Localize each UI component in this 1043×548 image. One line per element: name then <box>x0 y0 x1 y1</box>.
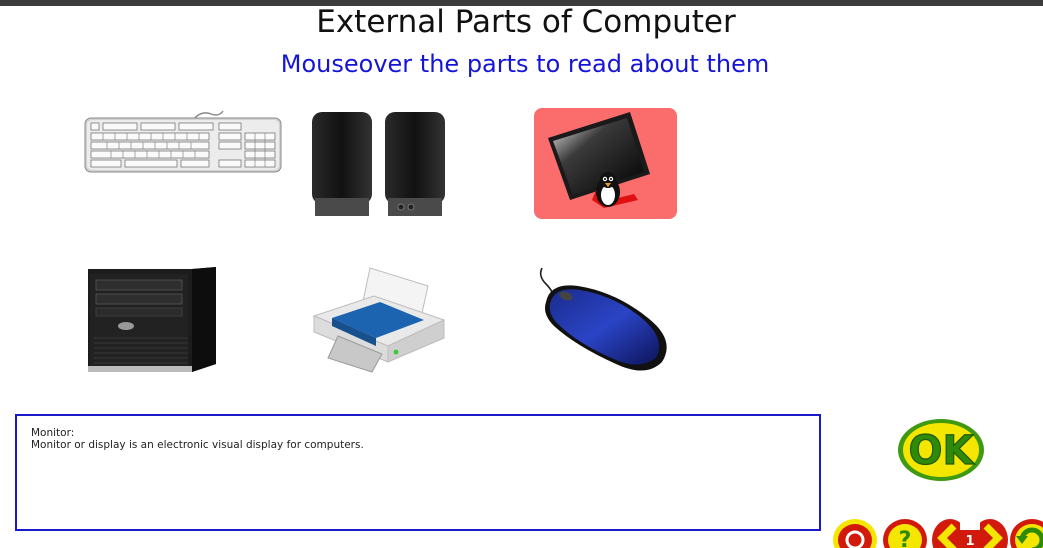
repeat-button[interactable] <box>1008 518 1043 548</box>
keyboard-icon <box>84 110 282 173</box>
page-subtitle: Mouseover the parts to read about them <box>280 50 770 78</box>
mouse-icon <box>539 267 667 371</box>
level-indicator: 1 <box>958 518 982 548</box>
printer-icon <box>312 267 446 373</box>
help-icon: ? <box>883 519 927 548</box>
description-title: Monitor: <box>31 427 75 439</box>
ok-label: OK <box>909 428 976 474</box>
part-printer[interactable] <box>308 266 448 374</box>
svg-text:?: ? <box>899 528 912 548</box>
monitor-icon <box>548 112 650 208</box>
previous-level-button[interactable] <box>932 518 968 548</box>
part-monitor[interactable] <box>534 108 677 219</box>
part-cpu-cabinet[interactable] <box>84 266 219 374</box>
quit-button[interactable] <box>832 518 878 548</box>
next-level-button[interactable] <box>972 518 1008 548</box>
ok-icon: OK <box>898 419 984 481</box>
page-title: External Parts of Computer <box>316 4 736 40</box>
level-number: 1 <box>965 534 974 548</box>
description-text: Monitor or display is an electronic visu… <box>31 439 364 451</box>
speakers-icon <box>312 112 445 216</box>
chevron-right-icon <box>972 519 1008 548</box>
cpu-tower-icon <box>88 267 216 372</box>
description-box: Monitor: Monitor or display is an electr… <box>15 414 821 531</box>
ok-button[interactable]: OK <box>896 417 986 483</box>
power-icon <box>833 519 877 548</box>
help-button[interactable]: ? <box>882 518 928 548</box>
repeat-icon <box>1010 519 1043 548</box>
part-mouse[interactable] <box>536 266 674 374</box>
chevron-left-icon <box>932 519 968 548</box>
part-keyboard[interactable] <box>83 108 283 174</box>
part-speakers[interactable] <box>311 110 446 218</box>
